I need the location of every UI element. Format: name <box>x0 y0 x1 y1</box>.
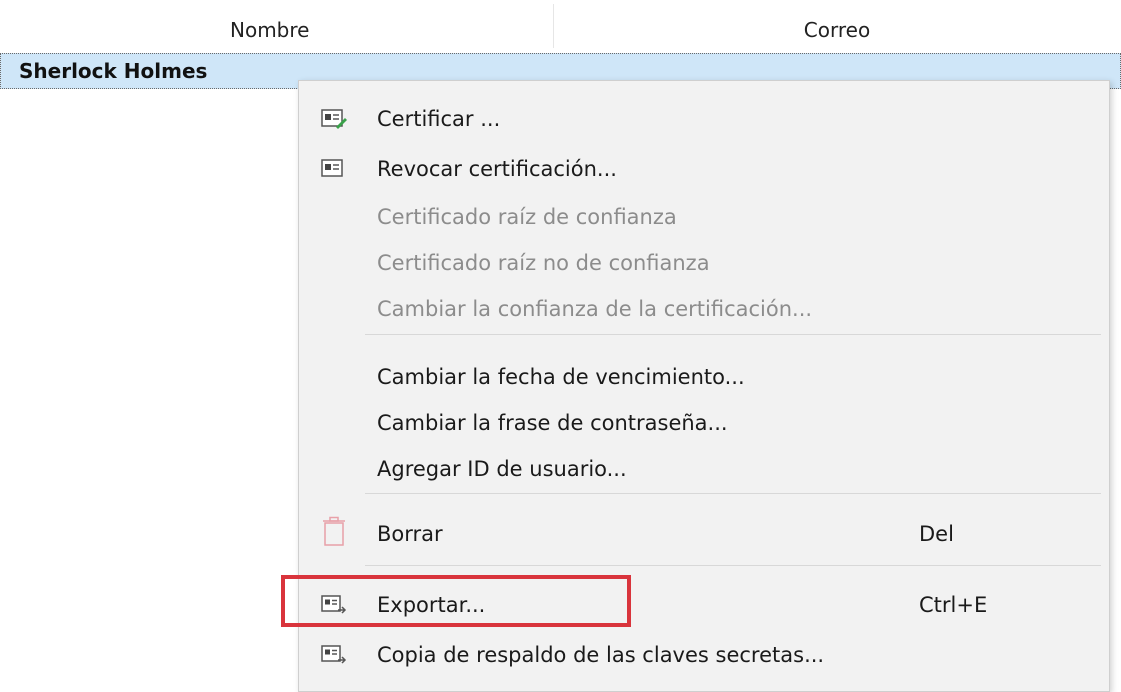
menu-item-untrusted-root: Certificado raíz no de confianza <box>299 241 1109 285</box>
menu-separator <box>365 334 1101 335</box>
menu-item-shortcut: Del <box>919 522 954 546</box>
menu-item-label: Agregar ID de usuario... <box>377 457 627 481</box>
menu-item-label: Cambiar la fecha de vencimiento... <box>377 365 745 389</box>
column-header-email-label: Correo <box>803 18 871 42</box>
certificate-edit-icon <box>321 109 347 129</box>
menu-item-label: Certificado raíz no de confianza <box>377 251 710 275</box>
certificate-card-icon <box>321 159 343 177</box>
menu-item-backup-secret-keys[interactable]: Copia de respaldo de las claves secretas… <box>299 633 1109 677</box>
column-header-email[interactable]: Correo <box>553 18 1121 42</box>
menu-item-revoke-certification[interactable]: Revocar certificación... <box>299 147 1109 191</box>
menu-item-change-certification-trust: Cambiar la confianza de la certificación… <box>299 287 1109 331</box>
highlight-box <box>281 575 631 627</box>
menu-item-change-expiry[interactable]: Cambiar la fecha de vencimiento... <box>299 355 1109 399</box>
menu-item-label: Borrar <box>377 522 443 546</box>
menu-item-shortcut: Ctrl+E <box>919 593 988 617</box>
column-header-name[interactable]: Nombre <box>230 18 309 42</box>
menu-item-certify[interactable]: Certificar ... <box>299 97 1109 141</box>
menu-item-label: Certificado raíz de confianza <box>377 205 677 229</box>
menu-separator <box>365 493 1101 494</box>
row-name-cell: Sherlock Holmes <box>19 59 208 83</box>
menu-item-delete[interactable]: Borrar Del <box>299 512 1109 556</box>
trash-icon <box>323 516 345 546</box>
table-header: Nombre Correo <box>0 0 1121 52</box>
menu-item-label: Certificar ... <box>377 107 501 131</box>
menu-item-add-user-id[interactable]: Agregar ID de usuario... <box>299 447 1109 491</box>
menu-item-change-passphrase[interactable]: Cambiar la frase de contraseña... <box>299 401 1109 445</box>
menu-separator <box>365 565 1101 566</box>
menu-item-label: Revocar certificación... <box>377 157 617 181</box>
menu-item-label: Cambiar la confianza de la certificación… <box>377 297 813 321</box>
menu-item-label: Cambiar la frase de contraseña... <box>377 411 728 435</box>
export-icon <box>321 645 347 664</box>
column-header-name-label: Nombre <box>230 18 310 42</box>
menu-item-trusted-root: Certificado raíz de confianza <box>299 195 1109 239</box>
menu-item-label: Copia de respaldo de las claves secretas… <box>377 643 825 667</box>
